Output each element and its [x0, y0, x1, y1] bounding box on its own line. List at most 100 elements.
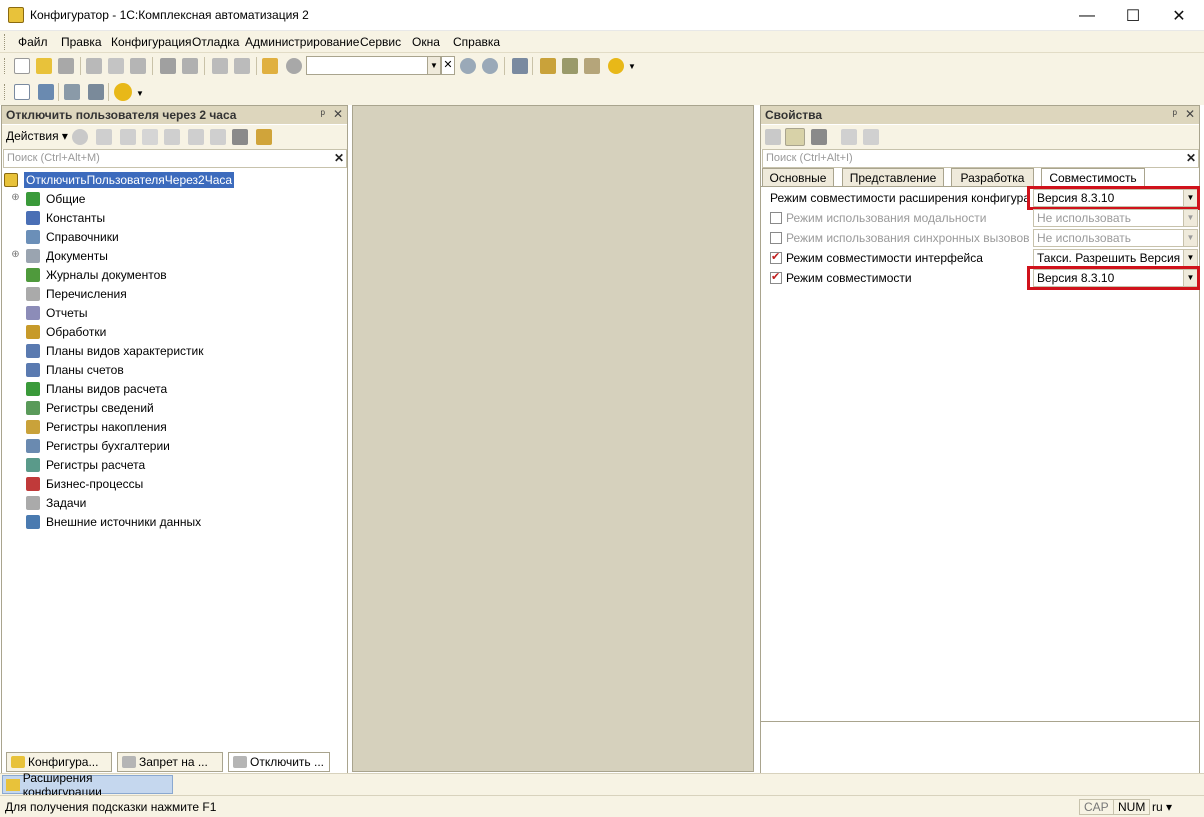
- expand-icon[interactable]: [10, 326, 21, 337]
- tree-item[interactable]: Бизнес-процессы: [10, 474, 143, 493]
- menu-service[interactable]: Сервис: [360, 35, 401, 49]
- wizard-icon[interactable]: [540, 58, 556, 74]
- config-tree-icon[interactable]: [14, 84, 30, 100]
- dropdown-arrow-icon[interactable]: ▼: [1183, 250, 1197, 266]
- database-icon[interactable]: [64, 84, 80, 100]
- new-icon[interactable]: [14, 58, 30, 74]
- expand-icon[interactable]: [10, 383, 21, 394]
- print-icon[interactable]: [160, 58, 176, 74]
- expand-icon[interactable]: [10, 231, 21, 242]
- tab-otklyuchit[interactable]: Отключить ...: [228, 752, 330, 772]
- tree-item[interactable]: Журналы документов: [10, 265, 167, 284]
- apply-edit-icon[interactable]: [863, 129, 879, 145]
- expand-icon[interactable]: ⊕: [10, 250, 21, 261]
- tree-search-clear-icon[interactable]: ✕: [334, 151, 344, 165]
- menu-debug[interactable]: Отладка: [192, 35, 239, 49]
- toolbar2-grip[interactable]: [4, 84, 7, 100]
- extensions-window-tab[interactable]: Расширения конфигурации: [2, 771, 173, 799]
- sort-alpha-icon[interactable]: [765, 129, 781, 145]
- debug-dropdown-icon[interactable]: ▼: [136, 89, 144, 98]
- save-icon[interactable]: [58, 58, 74, 74]
- dropdown-arrow-icon[interactable]: ▼: [1183, 210, 1197, 226]
- categorize-icon[interactable]: [785, 128, 805, 146]
- property-checkbox[interactable]: [770, 212, 782, 224]
- tree-item[interactable]: ⊕ Общие: [10, 189, 85, 208]
- property-value-dropdown[interactable]: Не использовать ▼: [1033, 229, 1198, 247]
- windows-icon[interactable]: [512, 58, 528, 74]
- undo-icon[interactable]: [212, 58, 228, 74]
- close-window-button[interactable]: ✕: [1156, 0, 1202, 31]
- expand-icon[interactable]: [10, 421, 21, 432]
- expand-icon[interactable]: [10, 440, 21, 451]
- menu-file[interactable]: Файл: [18, 35, 48, 49]
- filter-clear-icon[interactable]: [256, 129, 272, 145]
- property-checkbox[interactable]: [770, 270, 782, 284]
- pin-icon[interactable]: ᵖ: [320, 107, 325, 121]
- property-checkbox[interactable]: [770, 250, 782, 264]
- props-filter-icon[interactable]: [811, 129, 827, 145]
- dropdown-arrow-icon[interactable]: ▼: [1183, 230, 1197, 246]
- tab-presentation[interactable]: Представление: [842, 168, 944, 186]
- tree-item[interactable]: Планы счетов: [10, 360, 124, 379]
- compare-icon[interactable]: [38, 84, 54, 100]
- delete-icon[interactable]: [142, 129, 158, 145]
- props-pin-icon[interactable]: ᵖ: [1172, 107, 1177, 121]
- cut-icon[interactable]: [86, 58, 102, 74]
- expand-icon[interactable]: [10, 345, 21, 356]
- move-up-icon[interactable]: [164, 129, 180, 145]
- search-prev-icon[interactable]: [482, 58, 498, 74]
- add-icon[interactable]: [72, 129, 88, 145]
- menu-windows[interactable]: Окна: [412, 35, 440, 49]
- redo-icon[interactable]: [234, 58, 250, 74]
- expand-icon[interactable]: ⊕: [10, 193, 21, 204]
- debug-start-icon[interactable]: [114, 83, 132, 101]
- toolbar-dropdown-icon[interactable]: ▼: [628, 62, 636, 71]
- toolbar-grip[interactable]: [4, 58, 7, 74]
- tree-item[interactable]: Внешние источники данных: [10, 512, 201, 531]
- menu-configuration[interactable]: Конфигурация: [111, 35, 192, 49]
- menu-administration[interactable]: Администрирование: [245, 35, 359, 49]
- expand-icon[interactable]: [10, 516, 21, 527]
- tree-item[interactable]: Регистры расчета: [10, 455, 145, 474]
- copy-item-icon[interactable]: [120, 129, 136, 145]
- close-panel-icon[interactable]: ✕: [333, 107, 343, 121]
- props-search-input[interactable]: Поиск (Ctrl+Alt+I) ✕: [762, 149, 1199, 168]
- tree-item[interactable]: Перечисления: [10, 284, 127, 303]
- search-combo-input[interactable]: [306, 56, 428, 75]
- tree-item[interactable]: ⊕ Документы: [10, 246, 108, 265]
- search-next-icon[interactable]: [460, 58, 476, 74]
- cancel-edit-icon[interactable]: [841, 129, 857, 145]
- menu-grip[interactable]: [4, 34, 7, 50]
- tree-item[interactable]: Справочники: [10, 227, 119, 246]
- expand-icon[interactable]: [10, 307, 21, 318]
- maximize-button[interactable]: ☐: [1110, 0, 1156, 31]
- menu-edit[interactable]: Правка: [61, 35, 102, 49]
- expand-icon[interactable]: [10, 402, 21, 413]
- search-icon[interactable]: [286, 58, 302, 74]
- expand-icon[interactable]: [10, 459, 21, 470]
- tree-item[interactable]: Регистры накопления: [10, 417, 167, 436]
- props-search-clear-icon[interactable]: ✕: [1186, 151, 1196, 165]
- print-preview-icon[interactable]: [182, 58, 198, 74]
- copy-icon[interactable]: [108, 58, 124, 74]
- update-db-icon[interactable]: [88, 84, 104, 100]
- find-icon[interactable]: [262, 58, 278, 74]
- search-combo-dropdown-icon[interactable]: ▼: [427, 56, 441, 75]
- status-language[interactable]: ru ▾: [1152, 800, 1172, 814]
- edit-icon[interactable]: [96, 129, 112, 145]
- tab-compatibility[interactable]: Совместимость: [1041, 168, 1145, 187]
- actions-menu[interactable]: Действия ▾: [6, 129, 68, 143]
- search-clear-icon[interactable]: ✕: [441, 56, 455, 75]
- tab-configuration[interactable]: Конфигура...: [6, 752, 112, 772]
- tab-basic[interactable]: Основные: [762, 168, 834, 186]
- expand-icon[interactable]: [10, 212, 21, 223]
- props-close-icon[interactable]: ✕: [1185, 107, 1195, 121]
- tree-item[interactable]: Регистры сведений: [10, 398, 154, 417]
- help-book-icon[interactable]: [584, 58, 600, 74]
- info-icon[interactable]: [608, 58, 624, 74]
- expand-icon[interactable]: [10, 269, 21, 280]
- move-down-icon[interactable]: [188, 129, 204, 145]
- filter-icon[interactable]: [232, 129, 248, 145]
- tree-item[interactable]: Обработки: [10, 322, 106, 341]
- paste-icon[interactable]: [130, 58, 146, 74]
